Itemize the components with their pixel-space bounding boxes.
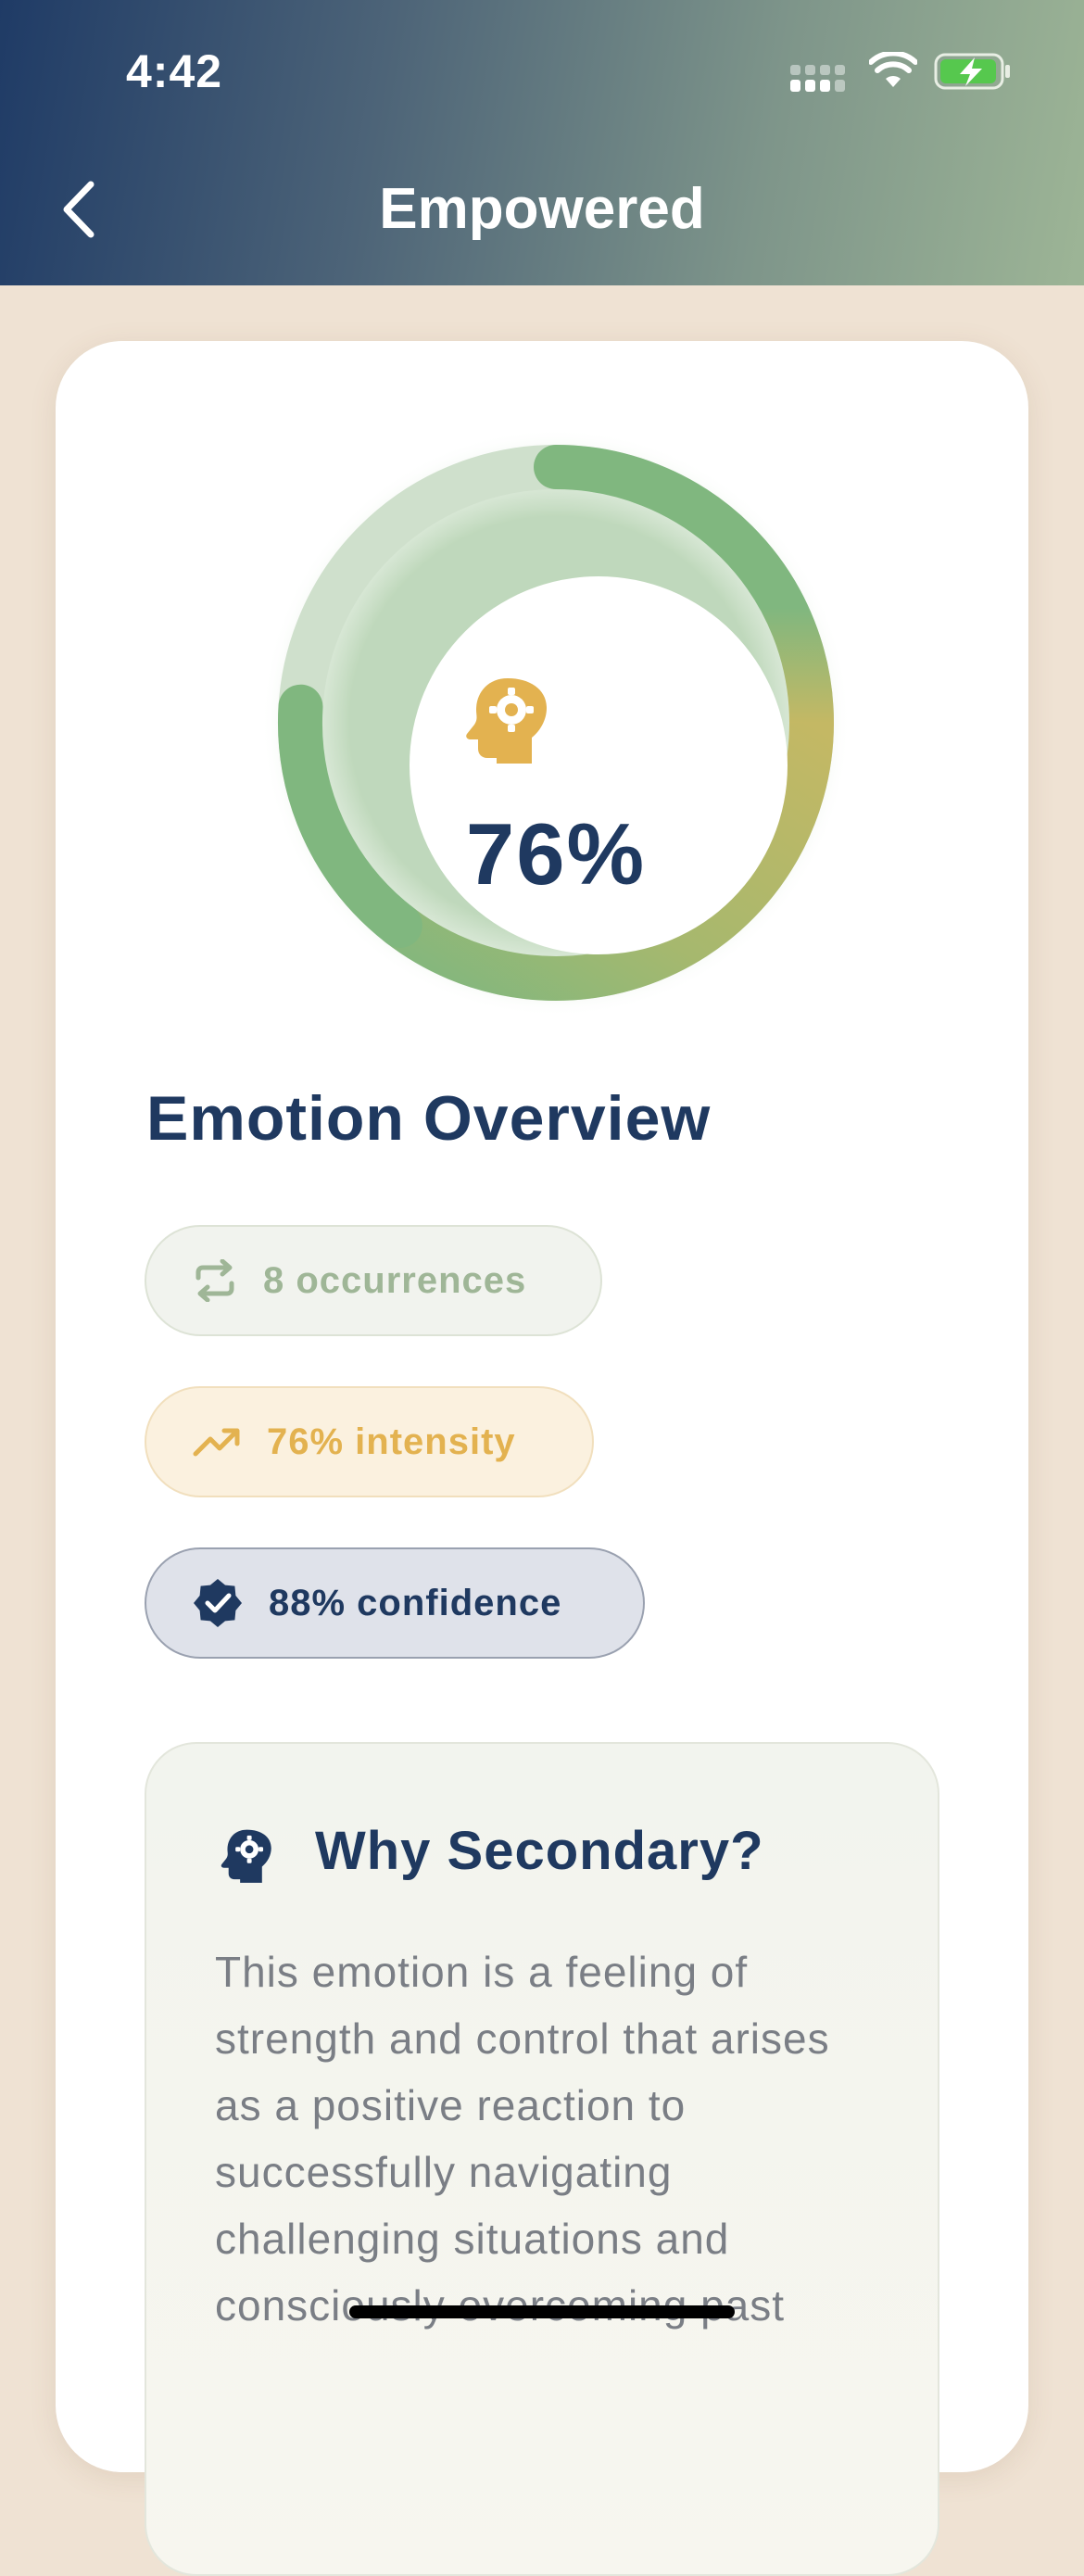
intensity-ring: 76% bbox=[259, 426, 852, 1019]
head-gear-icon bbox=[221, 1829, 271, 1883]
status-time: 4:42 bbox=[126, 45, 223, 97]
why-secondary-title: Why Secondary? bbox=[315, 1821, 764, 1881]
why-secondary-card: Why Secondary? This emotion is a feeling… bbox=[145, 1742, 939, 2576]
app-header: 4:42 Empowered bbox=[0, 0, 1084, 285]
verified-badge-icon bbox=[194, 1579, 242, 1627]
repeat-icon bbox=[195, 1259, 234, 1302]
overview-title: Emotion Overview bbox=[146, 1083, 712, 1154]
page-title: Empowered bbox=[379, 177, 705, 241]
cellular-signal-icon bbox=[790, 65, 845, 92]
confidence-pill: 88% confidence bbox=[145, 1547, 645, 1659]
why-secondary-text: This emotion is a feeling of strength an… bbox=[215, 1948, 830, 2330]
emotion-card: 76% Emotion Overview 8 occurrences 76% i… bbox=[56, 341, 1028, 2576]
home-indicator bbox=[349, 2305, 735, 2318]
battery-charging-icon bbox=[934, 53, 1010, 90]
wifi-icon bbox=[869, 52, 917, 87]
intensity-label: 76% intensity bbox=[267, 1421, 516, 1462]
intensity-pill: 76% intensity bbox=[145, 1386, 594, 1497]
trending-up-icon bbox=[193, 1428, 240, 1457]
confidence-label: 88% confidence bbox=[269, 1582, 562, 1623]
head-gear-icon bbox=[466, 678, 547, 764]
occurrences-pill: 8 occurrences bbox=[145, 1225, 602, 1336]
occurrences-label: 8 occurrences bbox=[263, 1259, 527, 1301]
intensity-percent: 76% bbox=[465, 805, 647, 903]
